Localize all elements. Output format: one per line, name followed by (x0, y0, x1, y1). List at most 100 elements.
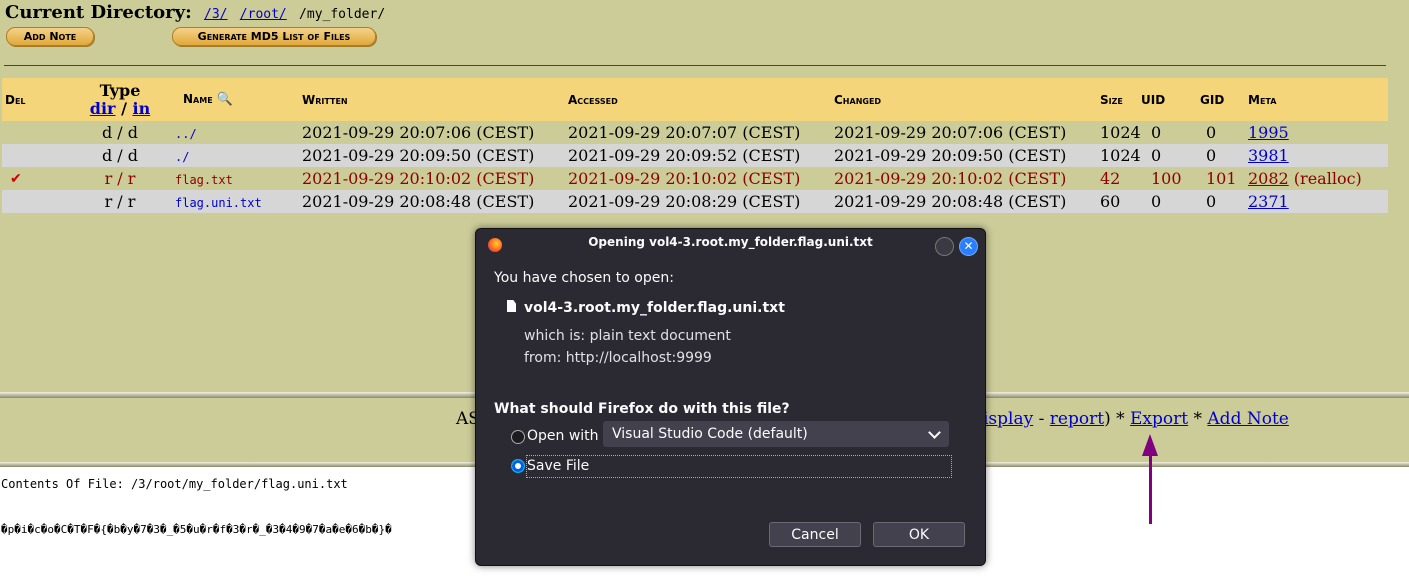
row-uid: 0 (1141, 144, 1200, 167)
row-type: r / r (67, 190, 173, 213)
report-link[interactable]: report (1050, 409, 1104, 429)
chosen-label: You have chosen to open: (494, 270, 674, 286)
col-written: Written (302, 78, 568, 121)
chevron-down-icon (928, 426, 941, 439)
which-is-row: which is: plain text document (524, 328, 731, 344)
sort-dir-link[interactable]: dir (90, 99, 116, 118)
close-button[interactable]: ✕ (959, 237, 978, 256)
which-is-label: which is: (524, 328, 586, 344)
which-is-value: plain text document (589, 328, 731, 344)
row-uid: 100 (1151, 169, 1182, 188)
contents-text: �p�i�c�o�C�T�F�{�b�y�7�3�_�5�u�r�f�3�r�_… (1, 523, 392, 536)
col-name-label: Name (183, 92, 213, 106)
col-uid: UID (1141, 78, 1200, 121)
cancel-button[interactable]: Cancel (769, 522, 861, 547)
generate-md5-button[interactable]: Generate MD5 List of Files (172, 27, 376, 46)
row-type: d / d (67, 144, 173, 167)
action-links: isplay - report) * Export * Add Note (983, 409, 1289, 429)
row-written: 2021-09-29 20:10:02 (CEST) (302, 169, 535, 188)
row-written: 2021-09-29 20:07:06 (CEST) (302, 123, 535, 142)
row-del (2, 144, 67, 167)
current-directory: Current Directory: /3/ /root/ /my_folder… (5, 2, 385, 23)
meta-link[interactable]: 1995 (1248, 123, 1289, 142)
row-written: 2021-09-29 20:09:50 (CEST) (302, 144, 568, 167)
col-type-label: Type (99, 80, 141, 100)
save-file-radio[interactable] (511, 459, 525, 473)
table-row[interactable]: d / d ../ 2021-09-29 20:07:06 (CEST) 202… (2, 121, 1388, 144)
open-with-label[interactable]: Open with (527, 428, 599, 444)
row-size: 60 (1100, 190, 1141, 213)
dialog-filename: vol4-3.root.my_folder.flag.uni.txt (524, 300, 785, 316)
dialog-title: Opening vol4-3.root.my_folder.flag.uni.t… (588, 235, 873, 249)
row-type: d / d (101, 123, 139, 142)
col-type: Type dir / in (67, 78, 173, 121)
open-with-select[interactable]: Visual Studio Code (default) (603, 421, 949, 447)
contents-label: Contents Of File: /3/root/my_folder/flag… (1, 477, 348, 491)
current-directory-label: Current Directory: (5, 2, 192, 23)
row-gid: 0 (1200, 190, 1248, 213)
row-accessed: 2021-09-29 20:09:52 (CEST) (568, 144, 834, 167)
action-sep: - (1033, 409, 1050, 429)
col-meta: Meta (1248, 78, 1388, 121)
divider-line (4, 65, 1386, 66)
meta-link[interactable]: 2082 (1248, 169, 1289, 188)
row-type: r / r (104, 169, 136, 188)
action-sep: ) * (1104, 409, 1131, 429)
file-name-link[interactable]: ./ (175, 150, 189, 164)
row-del (2, 121, 67, 144)
row-uid: 0 (1141, 190, 1200, 213)
col-changed: Changed (834, 78, 1100, 121)
row-del (2, 190, 67, 213)
row-gid: 0 (1200, 144, 1248, 167)
table-row[interactable]: ✔ r / r flag.txt 2021-09-29 20:10:02 (CE… (2, 167, 1388, 190)
save-file-focus (526, 455, 952, 478)
row-changed: 2021-09-29 20:10:02 (CEST) (834, 169, 1067, 188)
file-table: Del Type dir / in Name 🔍 Written Accesse… (2, 78, 1388, 213)
table-row[interactable]: d / d ./ 2021-09-29 20:09:50 (CEST) 2021… (2, 144, 1388, 167)
open-with-radio[interactable] (511, 430, 525, 444)
action-sep: * (1188, 409, 1208, 429)
row-changed: 2021-09-29 20:08:48 (CEST) (834, 190, 1100, 213)
path-link-3[interactable]: /3/ (204, 7, 227, 22)
type-sep: / (121, 98, 127, 118)
minimize-button[interactable] (935, 237, 954, 256)
table-row[interactable]: r / r flag.uni.txt 2021-09-29 20:08:48 (… (2, 190, 1388, 213)
deleted-check-icon: ✔ (10, 170, 22, 187)
add-note-link[interactable]: Add Note (1207, 409, 1288, 429)
table-header-row: Del Type dir / in Name 🔍 Written Accesse… (2, 78, 1388, 121)
from-value: http://localhost:9999 (565, 350, 712, 366)
row-written: 2021-09-29 20:08:48 (CEST) (302, 190, 568, 213)
row-accessed: 2021-09-29 20:07:07 (CEST) (568, 123, 801, 142)
row-uid: 0 (1151, 123, 1162, 142)
meta-extra: (realloc) (1288, 169, 1362, 188)
row-accessed: 2021-09-29 20:08:29 (CEST) (568, 190, 834, 213)
export-link[interactable]: Export (1130, 409, 1188, 429)
open-with-app: Visual Studio Code (default) (612, 426, 808, 442)
row-changed: 2021-09-29 20:07:06 (CEST) (834, 123, 1067, 142)
ok-button[interactable]: OK (873, 522, 965, 547)
row-gid: 101 (1206, 169, 1237, 188)
add-note-button[interactable]: Add Note (6, 27, 94, 46)
row-gid: 0 (1206, 123, 1217, 142)
path-link-root[interactable]: /root/ (240, 7, 287, 22)
col-name[interactable]: Name 🔍 (173, 78, 302, 121)
row-accessed: 2021-09-29 20:10:02 (CEST) (568, 169, 801, 188)
row-changed: 2021-09-29 20:09:50 (CEST) (834, 144, 1100, 167)
meta-link[interactable]: 2371 (1248, 192, 1289, 211)
download-dialog: Opening vol4-3.root.my_folder.flag.uni.t… (475, 228, 986, 566)
row-size: 1024 (1100, 144, 1141, 167)
file-name-link[interactable]: ../ (175, 127, 197, 141)
annotation-arrow-shaft (1149, 450, 1152, 524)
magnifier-icon[interactable]: 🔍 (217, 92, 233, 107)
file-name-link[interactable]: flag.txt (175, 173, 233, 187)
meta-link[interactable]: 3981 (1248, 146, 1289, 165)
from-label: from: (524, 350, 562, 366)
row-size: 1024 (1100, 123, 1141, 142)
display-link[interactable]: isplay (983, 409, 1033, 429)
col-size: Size (1100, 78, 1141, 121)
col-del: Del (2, 78, 67, 121)
col-gid: GID (1200, 78, 1248, 121)
file-name-link[interactable]: flag.uni.txt (175, 196, 262, 210)
save-file-label[interactable]: Save File (527, 458, 589, 474)
sort-in-link[interactable]: in (132, 99, 150, 118)
